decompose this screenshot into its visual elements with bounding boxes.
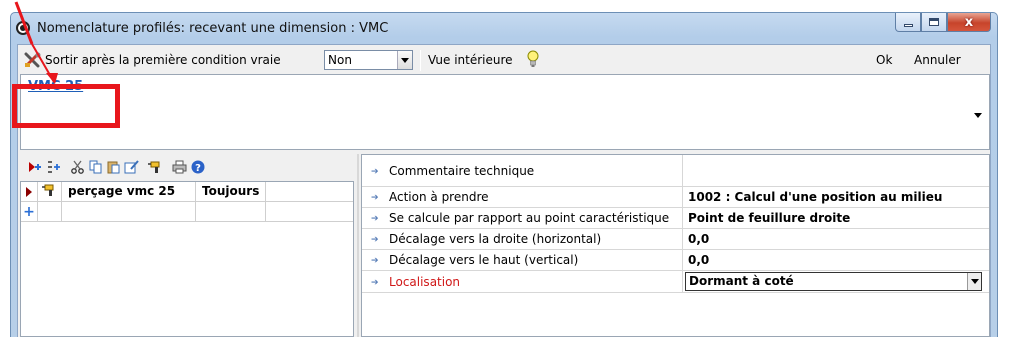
arrow-right-icon: ➔ bbox=[371, 214, 379, 224]
property-key: ➔ Action à prendre bbox=[362, 187, 683, 207]
minimize-icon bbox=[903, 23, 913, 27]
property-key-label: Décalage vers la droite (horizontal) bbox=[389, 232, 602, 246]
property-value[interactable]: 1002 : Calcul d'une position au milieu bbox=[684, 187, 989, 207]
close-icon: x bbox=[964, 14, 974, 30]
dimension-list: VMC 25 bbox=[20, 74, 990, 150]
property-key-label: Action à prendre bbox=[389, 190, 489, 204]
property-key: ➔ Décalage vers la droite (horizontal) bbox=[362, 229, 683, 249]
exit-first-true-value: Non bbox=[328, 53, 352, 67]
arrow-right-icon: ➔ bbox=[371, 256, 379, 266]
cut-icon[interactable] bbox=[70, 160, 85, 175]
bulb-icon[interactable] bbox=[527, 50, 539, 68]
paste-icon[interactable] bbox=[106, 160, 121, 175]
arrow-right-icon: ➔ bbox=[371, 166, 379, 177]
operation-name-cell[interactable]: perçage vmc 25 bbox=[62, 182, 196, 201]
new-row[interactable]: + bbox=[21, 202, 353, 222]
localisation-select[interactable]: Dormant à coté bbox=[685, 272, 982, 291]
pane-splitter[interactable] bbox=[357, 154, 359, 337]
minimize-button[interactable] bbox=[895, 13, 921, 32]
svg-text:?: ? bbox=[195, 163, 201, 174]
localisation-dropdown-button[interactable] bbox=[967, 273, 981, 290]
operations-pane: ? perçage vmc 25 Toujours + bbox=[20, 154, 354, 337]
property-key-label: Décalage vers le haut (vertical) bbox=[389, 253, 579, 267]
annotation-arrow bbox=[14, 1, 58, 84]
arrow-right-icon: ➔ bbox=[371, 277, 379, 288]
operations-grid: perçage vmc 25 Toujours + bbox=[20, 181, 354, 337]
combo-dropdown-button[interactable] bbox=[397, 51, 412, 69]
interior-view-button[interactable]: Vue intérieure bbox=[428, 53, 513, 67]
edit-icon[interactable] bbox=[124, 160, 139, 175]
title-bar[interactable]: Nomenclature profilés: recevant une dime… bbox=[11, 13, 997, 43]
chevron-down-icon bbox=[970, 279, 979, 284]
property-row[interactable]: ➔ Commentaire technique bbox=[362, 155, 989, 187]
client-area: Sortir après la première condition vraie… bbox=[17, 44, 991, 337]
property-value[interactable]: 0,0 bbox=[684, 229, 989, 249]
main-toolbar: Sortir après la première condition vraie… bbox=[18, 45, 990, 75]
property-key-label: Se calcule par rapport au point caractér… bbox=[389, 211, 670, 225]
property-row[interactable]: ➔ Localisation Dormant à coté bbox=[362, 271, 989, 293]
property-row[interactable]: ➔ Décalage vers le haut (vertical) 0,0 bbox=[362, 250, 989, 271]
table-row[interactable]: perçage vmc 25 Toujours bbox=[21, 182, 353, 202]
row-selector[interactable] bbox=[21, 182, 38, 201]
drill-icon bbox=[42, 184, 54, 196]
property-key-label: Commentaire technique bbox=[389, 163, 535, 178]
row-pointer-icon bbox=[26, 186, 32, 197]
exit-first-true-select[interactable]: Non bbox=[324, 50, 413, 70]
chevron-down-icon[interactable] bbox=[974, 113, 982, 118]
add-row-icon[interactable] bbox=[28, 160, 43, 175]
copy-icon[interactable] bbox=[88, 160, 103, 175]
main-window: Nomenclature profilés: recevant une dime… bbox=[10, 12, 998, 337]
new-row-selector[interactable]: + bbox=[21, 202, 38, 221]
empty-cell[interactable] bbox=[38, 202, 62, 221]
property-key: ➔ Localisation bbox=[362, 271, 683, 292]
arrow-right-icon: ➔ bbox=[371, 235, 379, 245]
property-key: ➔ Décalage vers le haut (vertical) bbox=[362, 250, 683, 270]
operation-type-cell[interactable] bbox=[38, 182, 62, 201]
print-icon[interactable] bbox=[172, 160, 187, 175]
property-row[interactable]: ➔ Se calcule par rapport au point caracté… bbox=[362, 208, 989, 229]
empty-cell[interactable] bbox=[62, 202, 196, 221]
close-button[interactable]: x bbox=[947, 13, 991, 32]
property-row[interactable]: ➔ Action à prendre 1002 : Calcul d'une po… bbox=[362, 187, 989, 208]
toolbar-separator bbox=[420, 50, 421, 71]
property-value[interactable]: Point de feuillure droite bbox=[684, 208, 989, 228]
chevron-down-icon bbox=[401, 57, 409, 63]
operation-condition-cell[interactable]: Toujours bbox=[196, 182, 266, 201]
plus-icon: + bbox=[23, 203, 35, 220]
property-key: ➔ Commentaire technique bbox=[362, 155, 683, 186]
insert-row-icon[interactable] bbox=[46, 160, 61, 175]
help-icon[interactable]: ? bbox=[190, 160, 205, 175]
property-grid: ➔ Commentaire technique ➔ Action à prendre… bbox=[361, 154, 990, 337]
window-controls: x bbox=[895, 13, 991, 33]
ok-button[interactable]: Ok bbox=[876, 53, 892, 67]
arrow-right-icon: ➔ bbox=[371, 193, 379, 203]
operations-toolbar: ? bbox=[20, 154, 354, 180]
property-value[interactable]: 0,0 bbox=[684, 250, 989, 270]
localisation-value: Dormant à coté bbox=[689, 274, 794, 288]
property-row[interactable]: ➔ Décalage vers la droite (horizontal) 0,… bbox=[362, 229, 989, 250]
maximize-button[interactable] bbox=[921, 13, 947, 32]
property-key-label: Localisation bbox=[389, 274, 461, 289]
property-key: ➔ Se calcule par rapport au point caracté… bbox=[362, 208, 683, 228]
property-value[interactable] bbox=[684, 155, 989, 186]
drill-icon[interactable] bbox=[148, 160, 163, 175]
empty-cell[interactable] bbox=[196, 202, 266, 221]
cancel-button[interactable]: Annuler bbox=[914, 53, 961, 67]
maximize-icon bbox=[929, 18, 939, 26]
